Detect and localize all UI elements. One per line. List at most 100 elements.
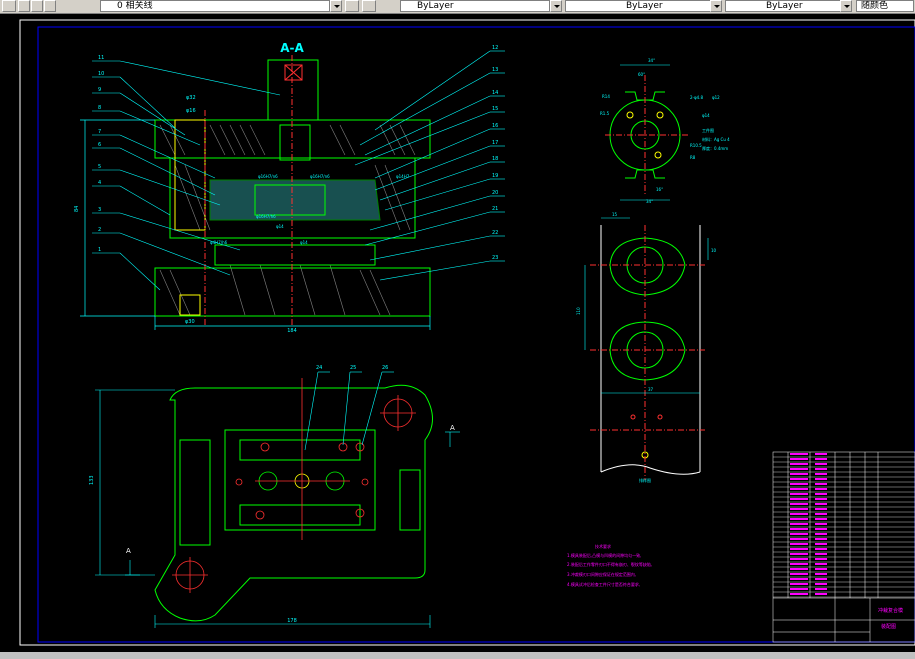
part-number: 3 (98, 207, 101, 213)
part-note: 厚度：0.4mm (702, 145, 728, 151)
parts-list-cell-text (815, 533, 827, 535)
part-notes: 工件图 材料：Ag Cu 4 厚度：0.4mm (702, 127, 730, 151)
color-dropdown-arrow[interactable] (550, 0, 562, 12)
parts-list-cell-text (790, 563, 808, 565)
lineweight-combo[interactable]: ByLayer (725, 0, 845, 12)
lineweight-dropdown-arrow[interactable] (840, 0, 852, 12)
make-current-layer-icon[interactable] (345, 0, 359, 12)
fit-label-1: φ16H7/n6 (258, 174, 278, 179)
part-numbers-right: 12 13 14 15 16 17 18 19 20 21 22 23 (492, 45, 498, 261)
tech-item: 3.冲裁模刃口间隙应保证在规定范围内, (567, 571, 636, 577)
part-drawing (605, 64, 690, 201)
part-number: 7 (98, 129, 101, 135)
layer-manager-button[interactable] (2, 0, 16, 12)
dim-label: 110 (576, 307, 581, 315)
layer-combo[interactable]: 0 相关线 (100, 0, 330, 12)
part-number: 23 (492, 255, 498, 261)
part-number: 12 (492, 45, 498, 51)
part-number: 9 (98, 87, 101, 93)
parts-list-cell-text (815, 538, 827, 540)
parts-list-cell-text (790, 533, 808, 535)
part-note: 材料：Ag Cu 4 (702, 136, 730, 142)
dim-label: 37 (648, 387, 654, 392)
part-number: 24 (316, 365, 322, 371)
parts-list-cell-text (790, 458, 808, 460)
part-number: 10 (98, 71, 104, 77)
dim-phi-bottom: φ30 (185, 319, 195, 325)
dim-phi-top: φ32 (186, 95, 196, 101)
parts-list-cell-text (790, 463, 808, 465)
parts-list-cell-text (790, 453, 808, 455)
part-number: 16 (492, 123, 498, 129)
outer-frame (19, 19, 915, 646)
layer-freeze-icon[interactable] (31, 0, 43, 12)
bottom-scrollbar[interactable] (0, 652, 915, 659)
tech-item: 2.装配后工作零件刃口不得有崩刃、裂纹等缺陷, (567, 561, 652, 567)
fit-label-2: φ16H7/n6 (310, 174, 330, 179)
part-number: 11 (98, 55, 104, 61)
part-number: 13 (492, 67, 498, 73)
layer-previous-icon[interactable] (362, 0, 376, 12)
dim-label: 60° (638, 72, 645, 77)
parts-list-cell-text (790, 503, 808, 505)
dim-label: 2-φ4.8 (690, 95, 703, 100)
parts-list-cell-text (815, 593, 827, 595)
part-number: 17 (492, 140, 498, 146)
parts-list-cell-text (790, 588, 808, 590)
part-number: 26 (382, 365, 388, 371)
section-mark-right: A (450, 424, 455, 432)
parts-list-cell-text (815, 518, 827, 520)
part-number: 19 (492, 173, 498, 179)
parts-list-cell-text (790, 493, 808, 495)
parts-list-cell-text (790, 543, 808, 545)
part-number: 4 (98, 180, 101, 186)
dim-label: 15 (612, 212, 618, 217)
dim-phi-small: φ16 (186, 108, 196, 114)
tech-title: 技术要求 (595, 543, 611, 549)
parts-list-cell-text (790, 468, 808, 470)
section-title: A-A (280, 41, 304, 55)
parts-list-cell-text (815, 528, 827, 530)
dim-label: R1.5 (600, 111, 610, 116)
linetype-dropdown-arrow[interactable] (710, 0, 722, 12)
layer-state-icon[interactable] (18, 0, 30, 12)
layer-dropdown-arrow[interactable] (330, 0, 342, 12)
drawing-canvas[interactable]: A-A 84 184 φ32 φ16 φ30 φ16H7/n6 φ16H7/n6… (0, 13, 915, 653)
plan-dimensions (95, 371, 460, 628)
parts-list-cell-text (815, 523, 827, 525)
part-number: 2 (98, 227, 101, 233)
color-combo[interactable]: ByLayer (400, 0, 550, 12)
parts-list-cell-text (790, 498, 808, 500)
parts-list-rows (773, 453, 915, 598)
dim-label: R10.5 (690, 143, 702, 148)
layer-lock-icon[interactable] (44, 0, 56, 12)
part-number: 14 (492, 90, 498, 96)
properties-toolbar: 0 相关线 ByLayer ByLayer ByLayer 随颜色 (0, 0, 915, 14)
parts-list-cell-text (790, 513, 808, 515)
parts-list-cell-text (815, 548, 827, 550)
part-number: 5 (98, 164, 101, 170)
fit-label-5: φ14 (276, 224, 284, 229)
linetype-combo[interactable]: ByLayer (565, 0, 715, 12)
parts-list-cell-text (815, 558, 827, 560)
parts-list-cell-text (815, 583, 827, 585)
inner-frame (37, 26, 915, 643)
plan-holes (172, 378, 416, 593)
fit-label-4: φ4H7/h6 (210, 240, 228, 245)
parts-list-cell-text (815, 463, 827, 465)
dim-label: 16° (656, 187, 663, 192)
parts-list-cell-text (815, 588, 827, 590)
parts-list-cell-text (815, 453, 827, 455)
parts-list-cell-text (815, 503, 827, 505)
section-view (154, 55, 431, 325)
parts-list-cell-text (815, 543, 827, 545)
parts-list-cell-text (790, 488, 808, 490)
part-number: 1 (98, 247, 101, 253)
parts-list-cell-text (815, 578, 827, 580)
parts-list-cell-text (815, 508, 827, 510)
dim-label: φ14 (702, 113, 710, 118)
plot-style-combo[interactable]: 随颜色 (856, 0, 914, 12)
parts-list-cell-text (790, 508, 808, 510)
section-mark-left: A (126, 547, 131, 555)
parts-list-cell-text (815, 568, 827, 570)
